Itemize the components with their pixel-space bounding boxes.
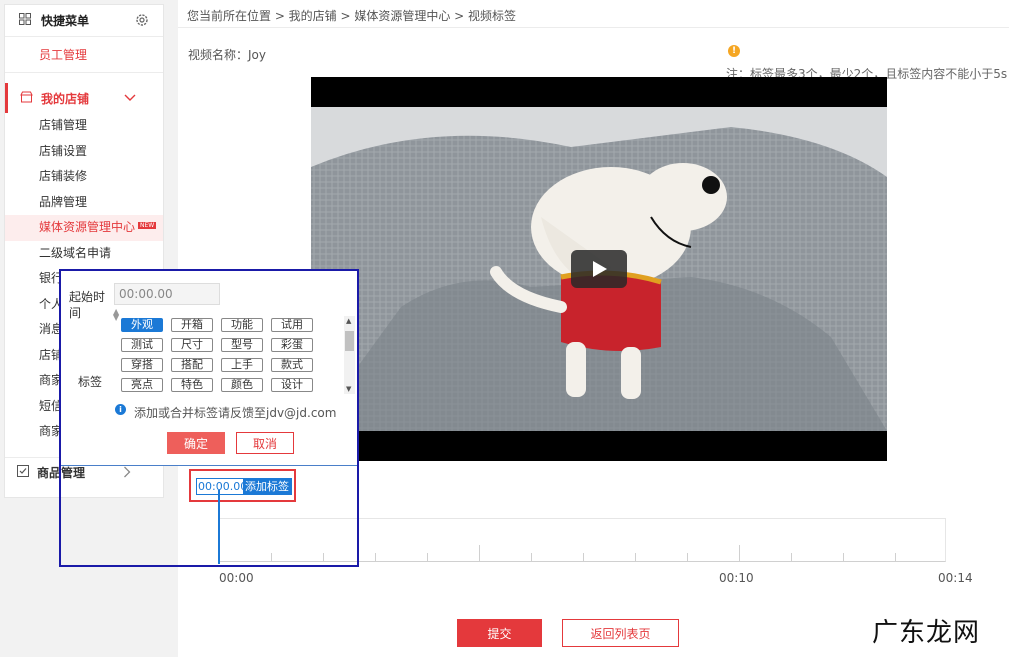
- back-to-list-button[interactable]: 返回列表页: [562, 619, 679, 647]
- sidebar-item-subdomain[interactable]: 二级域名申请: [5, 241, 163, 267]
- tag-option[interactable]: 试用: [271, 318, 313, 332]
- grid-icon: [19, 13, 31, 28]
- video-player[interactable]: [311, 77, 887, 461]
- tag-option[interactable]: 功能: [221, 318, 263, 332]
- quick-menu-label: 快捷菜单: [41, 14, 90, 28]
- tag-option[interactable]: 尺寸: [171, 338, 213, 352]
- breadcrumb: 您当前所在位置 > 我的店铺 > 媒体资源管理中心 > 视频标签: [187, 9, 517, 23]
- gear-icon[interactable]: [135, 13, 149, 30]
- tag-option[interactable]: 颜色: [221, 378, 263, 392]
- media-center-label: 媒体资源管理中心: [39, 220, 136, 234]
- tag-option[interactable]: 上手: [221, 358, 263, 372]
- timeline-tick: [843, 553, 844, 561]
- sidebar-item-brand-manage[interactable]: 品牌管理: [5, 190, 163, 216]
- timeline-tick: [479, 545, 480, 561]
- tag-scrollbar[interactable]: ▲ ▼: [344, 316, 355, 394]
- play-button[interactable]: [571, 250, 627, 288]
- sidebar-item-staff[interactable]: 员工管理: [5, 37, 163, 73]
- timeline-tick: [791, 553, 792, 561]
- video-name: 视频名称：Joy: [188, 48, 266, 62]
- quick-menu-header[interactable]: 快捷菜单: [5, 5, 163, 37]
- new-badge: NEW: [138, 222, 157, 229]
- timeline-label-end: 00:14: [938, 571, 973, 585]
- tags-label: 标签: [78, 375, 103, 389]
- header-divider: [178, 27, 1009, 28]
- tag-option[interactable]: 亮点: [121, 378, 163, 392]
- info-icon: i: [115, 404, 126, 415]
- tag-option[interactable]: 外观: [121, 318, 163, 332]
- sidebar-item-shop-manage[interactable]: 店铺管理: [5, 113, 163, 139]
- scroll-up-icon[interactable]: ▲: [346, 317, 351, 325]
- sidebar-item-shop-decoration[interactable]: 店铺装修: [5, 164, 163, 190]
- submit-button[interactable]: 提交: [457, 619, 542, 647]
- timeline-tick: [375, 553, 376, 561]
- timeline-tick: [531, 553, 532, 561]
- tag-option[interactable]: 开箱: [171, 318, 213, 332]
- timeline-tick: [687, 553, 688, 561]
- chevron-down-icon: [124, 91, 136, 105]
- timeline-tick: [427, 553, 428, 561]
- scroll-thumb[interactable]: [345, 331, 354, 351]
- sidebar-section-my-shop[interactable]: 我的店铺: [5, 83, 163, 113]
- tag-option[interactable]: 型号: [221, 338, 263, 352]
- add-tag-popup: 起始时间 ▲▼ 标签 外观 开箱 功能 试用 测试 尺寸 型号 彩蛋 穿搭 搭配…: [59, 269, 359, 567]
- warning-icon: !: [728, 45, 740, 57]
- feedback-info: 添加或合并标签请反馈至jdv@jd.com: [134, 406, 337, 420]
- tag-option[interactable]: 特色: [171, 378, 213, 392]
- tag-option[interactable]: 彩蛋: [271, 338, 313, 352]
- timeline-tick: [739, 545, 740, 561]
- shop-icon: [20, 91, 33, 106]
- sidebar-item-media-center[interactable]: 媒体资源管理中心 NEW: [5, 215, 163, 241]
- tag-option[interactable]: 穿搭: [121, 358, 163, 372]
- tag-options: 外观 开箱 功能 试用 测试 尺寸 型号 彩蛋 穿搭 搭配 上手 款式 亮点 特…: [121, 316, 343, 394]
- timeline-label-start: 00:00: [219, 571, 254, 585]
- tag-option[interactable]: 设计: [271, 378, 313, 392]
- sort-icon: ▲ ▼: [113, 307, 120, 322]
- sidebar-item-shop-settings[interactable]: 店铺设置: [5, 139, 163, 165]
- play-icon: [593, 261, 607, 277]
- start-time-label: 起始时间: [69, 290, 106, 320]
- timeline-label-mid: 00:10: [719, 571, 754, 585]
- scroll-down-icon[interactable]: ▼: [346, 385, 351, 393]
- my-shop-label: 我的店铺: [41, 91, 90, 106]
- tag-option[interactable]: 搭配: [171, 358, 213, 372]
- timeline-tick: [583, 553, 584, 561]
- checkbox-list-icon: [17, 465, 29, 480]
- watermark: 广东龙网: [872, 618, 981, 648]
- popup-panel: 起始时间 ▲▼ 标签 外观 开箱 功能 试用 测试 尺寸 型号 彩蛋 穿搭 搭配…: [61, 271, 357, 466]
- tag-option[interactable]: 款式: [271, 358, 313, 372]
- cancel-button[interactable]: 取消: [236, 432, 294, 454]
- timeline-tick: [895, 553, 896, 561]
- timeline-tick: [635, 553, 636, 561]
- tag-option[interactable]: 测试: [121, 338, 163, 352]
- confirm-button[interactable]: 确定: [167, 432, 225, 454]
- start-time-input[interactable]: [114, 283, 220, 305]
